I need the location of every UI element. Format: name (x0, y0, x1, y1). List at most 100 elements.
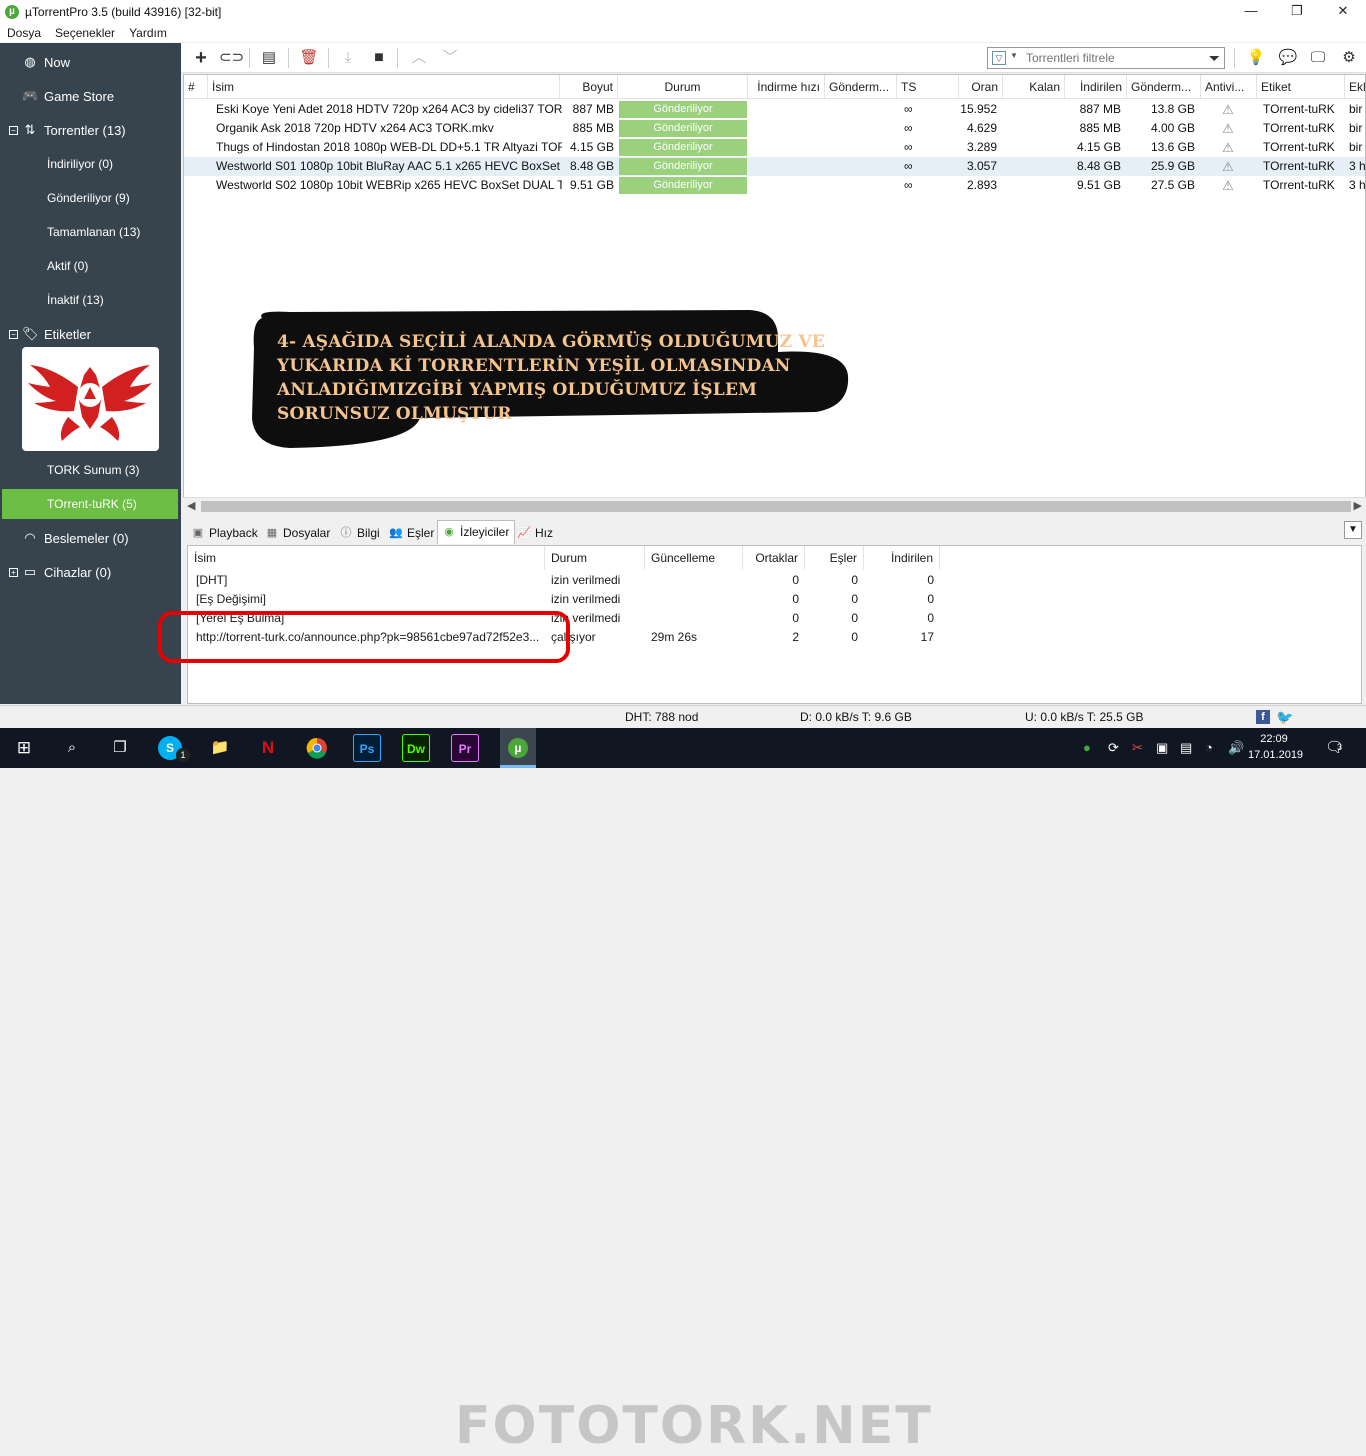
sidebar-item-active[interactable]: Aktif (0) (0, 251, 181, 281)
remote-icon[interactable]: 🖵 (1307, 48, 1329, 68)
col-header-tracker-peers[interactable]: Eşler (805, 546, 864, 570)
menu-options[interactable]: Seçenekler (55, 26, 115, 40)
sidebar-item-labels[interactable]: − 🏷 Etiketler (0, 319, 181, 349)
sidebar-item-now[interactable]: ◍ Now (0, 47, 181, 77)
windows-start-icon[interactable]: ⊞ (10, 734, 38, 762)
tray-app-icon[interactable]: ✂ (1132, 728, 1143, 768)
add-torrent-icon[interactable]: + (190, 48, 212, 68)
sidebar-item-completed[interactable]: Tamamlanan (13) (0, 217, 181, 247)
volume-icon[interactable]: 🔊 (1228, 728, 1244, 768)
col-header-size[interactable]: Boyut (560, 75, 618, 99)
delete-icon[interactable]: 🗑 (298, 48, 320, 68)
col-header-antivirus[interactable]: Antivi... (1201, 75, 1257, 99)
expand-icon[interactable]: + (9, 567, 18, 577)
col-header-number[interactable]: # (184, 75, 208, 99)
torrent-row[interactable]: Organik Ask 2018 720p HDTV x264 AC3 TORK… (184, 119, 1365, 138)
wifi-icon[interactable]: ◔ (1205, 728, 1213, 768)
chevron-down-icon[interactable]: ▼ (1010, 51, 1018, 60)
sidebar-item-seeding[interactable]: Gönderiliyor (9) (0, 183, 181, 213)
tray-app-icon-2[interactable]: ▤ (1180, 728, 1192, 768)
maximize-button[interactable]: ❐ (1274, 0, 1320, 23)
tracker-row[interactable]: [DHT] izin verilmedi 0 0 0 (188, 571, 948, 590)
close-button[interactable]: ✕ (1320, 0, 1366, 23)
task-view-icon[interactable]: ❐ (106, 734, 134, 762)
col-header-status[interactable]: Durum (618, 75, 748, 99)
premiere-icon[interactable]: Pr (451, 734, 479, 762)
col-header-downloaded[interactable]: İndirilen (1065, 75, 1127, 99)
tab-peers[interactable]: 👥 Eşler (385, 522, 439, 544)
collapse-panel-button[interactable]: ▼ (1344, 521, 1362, 539)
tab-playback[interactable]: ▣ Playback (187, 522, 263, 544)
sidebar-item-torrents[interactable]: − ⇅ Torrentler (13) (0, 115, 181, 145)
utorrent-tray-icon[interactable]: ● (1083, 728, 1091, 768)
col-header-eta[interactable]: TS (897, 75, 959, 99)
lightbulb-icon[interactable]: 💡 (1245, 48, 1267, 68)
col-header-up-speed[interactable]: Gönderm... (825, 75, 897, 99)
col-header-name[interactable]: İsim (208, 75, 560, 99)
chrome-icon[interactable] (303, 734, 331, 762)
tab-speed[interactable]: 📈 Hız (513, 522, 558, 544)
move-up-icon[interactable]: ︿ (408, 48, 430, 68)
menu-help[interactable]: Yardım (129, 26, 167, 40)
torrent-row[interactable]: Westworld S02 1080p 10bit WEBRip x265 HE… (184, 176, 1365, 195)
torrent-added: bir h (1349, 140, 1365, 154)
window-title: µTorrentPro 3.5 (build 43916) [32-bit] (25, 4, 222, 19)
col-header-tracker-downloaded[interactable]: İndirilen (864, 546, 940, 570)
netflix-icon[interactable]: N (254, 734, 282, 762)
tab-label: Bilgi (357, 526, 380, 540)
clock[interactable]: 22:09 17.01.2019 (1248, 731, 1303, 763)
scroll-right-icon[interactable]: ▶ (1354, 498, 1362, 515)
gear-icon[interactable]: ⚙ (1338, 48, 1360, 68)
photoshop-icon[interactable]: Ps (353, 734, 381, 762)
scroll-thumb[interactable] (201, 501, 1351, 512)
twitter-icon[interactable]: 🐦 (1276, 709, 1293, 726)
col-header-uploaded[interactable]: Gönderm... (1127, 75, 1201, 99)
col-header-added[interactable]: Ekle (1345, 75, 1365, 99)
col-header-ratio[interactable]: Oran (959, 75, 1003, 99)
sidebar-item-label-tork-sunum[interactable]: TORK Sunum (3) (0, 455, 181, 485)
sidebar-item-game-store[interactable]: 🎮 Game Store (0, 81, 181, 111)
col-header-down-speed[interactable]: İndirme hızı (748, 75, 825, 99)
collapse-icon[interactable]: − (9, 329, 18, 339)
scroll-left-icon[interactable]: ◀ (187, 498, 195, 515)
col-header-label[interactable]: Etiket (1257, 75, 1345, 99)
collapse-icon[interactable]: − (9, 125, 18, 135)
filter-mode-icon[interactable]: ▽ (992, 51, 1006, 65)
dreamweaver-icon[interactable]: Dw (402, 734, 430, 762)
sync-tray-icon[interactable]: ⟳ (1108, 728, 1119, 768)
menu-file[interactable]: Dosya (7, 26, 41, 40)
tab-trackers[interactable]: ◉ İzleyiciler (437, 520, 516, 544)
funnel-icon[interactable]: ⏷ (1209, 50, 1220, 67)
tab-files[interactable]: ▦ Dosyalar (261, 522, 335, 544)
sidebar-item-downloading[interactable]: İndiriliyor (0) (0, 149, 181, 179)
col-header-remaining[interactable]: Kalan (1003, 75, 1065, 99)
facebook-icon[interactable]: f (1256, 710, 1270, 724)
chat-icon[interactable]: 💬 (1277, 48, 1299, 68)
search-icon[interactable]: ⌕ (58, 734, 86, 762)
torrent-row[interactable]: Thugs of Hindostan 2018 1080p WEB-DL DD+… (184, 138, 1365, 157)
horizontal-scrollbar[interactable]: ◀ ▶ (183, 497, 1366, 514)
col-header-tracker-seeds[interactable]: Ortaklar (743, 546, 805, 570)
filter-input[interactable] (1026, 50, 1196, 66)
col-header-tracker-status[interactable]: Durum (545, 546, 645, 570)
sidebar: ◍ Now 🎮 Game Store − ⇅ Torrentler (13) İ… (0, 43, 181, 704)
sidebar-item-feeds[interactable]: ◠ Beslemeler (0) (0, 523, 181, 553)
link-icon[interactable]: ⊂⊃ (219, 48, 244, 68)
security-tray-icon[interactable]: ▣ (1156, 728, 1168, 768)
torrent-row-selected[interactable]: Westworld S01 1080p 10bit BluRay AAC 5.1… (184, 157, 1365, 176)
create-torrent-icon[interactable]: ▤ (258, 48, 280, 68)
tab-info[interactable]: ⓘ Bilgi (335, 522, 385, 544)
move-down-icon[interactable]: ﹀ (439, 48, 461, 68)
utorrent-taskbar-icon[interactable]: µ (500, 728, 536, 768)
download-icon[interactable]: ⤓ (337, 48, 359, 68)
file-explorer-icon[interactable]: 📁 (206, 734, 234, 762)
minimize-button[interactable]: — (1228, 0, 1274, 23)
tracker-row[interactable]: [Eş Değişimi] izin verilmedi 0 0 0 (188, 590, 948, 609)
sidebar-item-inactive[interactable]: İnaktif (13) (0, 285, 181, 315)
stop-icon[interactable]: ■ (368, 48, 390, 68)
torrent-row[interactable]: Eski Koye Yeni Adet 2018 HDTV 720p x264 … (184, 100, 1365, 119)
col-header-tracker-update[interactable]: Güncelleme (645, 546, 743, 570)
sidebar-item-label-torrent-turk[interactable]: TOrrent-tuRK (5) (2, 489, 178, 519)
col-header-tracker-name[interactable]: İsim (188, 546, 545, 570)
sidebar-item-devices[interactable]: + ▭ Cihazlar (0) (0, 557, 181, 587)
